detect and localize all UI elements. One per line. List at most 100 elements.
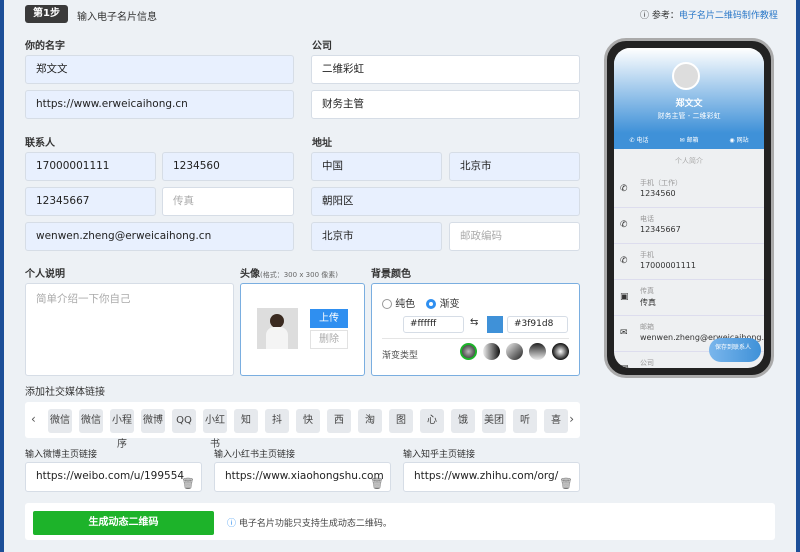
social-icon-14[interactable]: 美团 [482, 409, 506, 433]
preview-row: ✆ 手机（工作） 1234560 [614, 172, 764, 208]
upload-button[interactable]: 上传 [310, 309, 348, 328]
country-input[interactable]: 中国 [311, 152, 442, 181]
social-icon-2[interactable]: 小程序 [110, 409, 134, 450]
link-input[interactable]: https://www.xiaohongshu.com 🗑 [214, 462, 391, 492]
name-input[interactable]: 郑文文 [25, 55, 294, 84]
color2-input[interactable]: #3f91d8 [507, 316, 568, 333]
reference: ⓘ 参考：电子名片二维码制作教程 [640, 11, 778, 21]
preview-web[interactable]: ◉ 网站 [714, 133, 764, 149]
row-icon: ✉ [620, 328, 628, 338]
avatar-label: 头像(格式：300 x 300 像素) [240, 269, 339, 280]
scroll-right-icon[interactable]: › [569, 412, 574, 426]
gradient-radio[interactable] [426, 299, 437, 309]
gradient-type-center[interactable] [552, 343, 569, 360]
row-icon: ✆ [620, 256, 628, 266]
row-icon: ✆ [620, 220, 628, 230]
gradient-label: 渐变 [439, 299, 460, 310]
mobile-input[interactable]: 17000001111 [25, 152, 156, 181]
link-input[interactable]: https://weibo.com/u/199554 🗑 [25, 462, 202, 492]
social-icon-11[interactable]: 图 [389, 409, 413, 433]
bg-color-label: 背景颜色 [371, 269, 411, 280]
email-input[interactable]: wenwen.zheng@erweicaihong.cn [25, 222, 294, 251]
link-input[interactable]: https://www.zhihu.com/org/🗑 [403, 462, 580, 492]
info-icon: ⓘ [227, 519, 239, 529]
address-label: 地址 [312, 138, 332, 149]
avatar-box: 上传 删除 [240, 283, 365, 376]
generate-qr-button[interactable]: 生成动态二维码 [33, 511, 214, 535]
tutorial-link[interactable]: 电子名片二维码制作教程 [679, 11, 778, 21]
preview-call[interactable]: ✆ 电话 [614, 133, 664, 149]
website-input[interactable]: https://www.erweicaihong.cn [25, 90, 294, 119]
company-input[interactable]: 二维彩虹 [311, 55, 580, 84]
preview-actions: ✆ 电话 ✉ 邮箱 ◉ 网站 [614, 133, 764, 149]
social-icon-8[interactable]: 快 [296, 409, 320, 433]
row-icon: ▤ [620, 364, 629, 368]
scroll-left-icon[interactable]: ‹ [31, 412, 36, 426]
social-icon-16[interactable]: 喜 [544, 409, 568, 433]
preview-row: ✆ 手机 17000001111 [614, 244, 764, 280]
page: 第1步 输入电子名片信息 ⓘ 参考：电子名片二维码制作教程 你的名字 公司 郑文… [4, 0, 796, 552]
zip-input[interactable]: 邮政编码 [449, 222, 580, 251]
link-label: 输入小红书主页链接 [214, 450, 296, 460]
preview-row: ✆ 电话 12345667 [614, 208, 764, 244]
avatar-image [257, 308, 298, 349]
social-icon-7[interactable]: 抖 [265, 409, 289, 433]
gradient-type-vertical[interactable] [529, 343, 546, 360]
social-icon-3[interactable]: 微博 [141, 409, 165, 433]
social-icon-0[interactable]: 微信 [48, 409, 72, 433]
name-label: 你的名字 [25, 41, 65, 52]
gradient-type-diagonal[interactable] [506, 343, 523, 360]
social-icon-4[interactable]: QQ [172, 409, 196, 433]
social-icon-9[interactable]: 西 [327, 409, 351, 433]
row-icon: ✆ [620, 184, 628, 194]
footer-info: 电子名片功能只支持生成动态二维码。 [238, 519, 392, 529]
solid-radio[interactable] [382, 299, 392, 309]
row-icon: ▣ [620, 292, 629, 302]
color1-input[interactable]: #ffffff [403, 316, 464, 333]
phone-preview: 郑文文 财务主管 - 二维彩虹 ✆ 电话 ✉ 邮箱 ◉ 网站 个人简介 ✆ 手机（… [604, 38, 774, 378]
bg-color-box: 纯色 渐变 #ffffff ⇆ #3f91d8 渐变类型 [371, 283, 580, 376]
city-input[interactable]: 北京市 [449, 152, 580, 181]
preview-subtitle: 财务主管 - 二维彩虹 [657, 112, 721, 120]
link-label: 输入微博主页链接 [25, 450, 98, 460]
social-icon-6[interactable]: 知 [234, 409, 258, 433]
preview-email[interactable]: ✉ 邮箱 [664, 133, 714, 149]
gradient-types [454, 343, 569, 360]
job-title-input[interactable]: 财务主管 [311, 90, 580, 119]
phone-input[interactable]: 12345667 [25, 187, 156, 216]
social-icon-12[interactable]: 心 [420, 409, 444, 433]
trash-icon[interactable]: 🗑 [559, 470, 573, 491]
social-icon-10[interactable]: 淘 [358, 409, 382, 433]
color2-swatch[interactable] [487, 316, 503, 333]
contact-label: 联系人 [25, 138, 55, 149]
fax-input[interactable]: 传真 [162, 187, 294, 216]
footer-bar: 生成动态二维码 ⓘ 电子名片功能只支持生成动态二维码。 [25, 503, 775, 540]
delete-button[interactable]: 删除 [310, 330, 348, 349]
save-contact-button[interactable]: 保存到联系人 [709, 338, 761, 362]
social-icon-1[interactable]: 微信 [79, 409, 103, 433]
province-input[interactable]: 北京市 [311, 222, 442, 251]
preview-row: ▣ 传真 传真 [614, 280, 764, 316]
gradient-type-label: 渐变类型 [382, 351, 419, 361]
bio-textarea[interactable]: 简单介绍一下你自己 [25, 283, 234, 376]
trash-icon[interactable]: 🗑 [370, 470, 384, 491]
info-icon: ⓘ [640, 11, 652, 21]
social-icon-5[interactable]: 小红书 [203, 409, 227, 450]
trash-icon[interactable]: 🗑 [181, 470, 195, 491]
link-label: 输入知乎主页链接 [403, 450, 476, 460]
link-value: https://www.zhihu.com/org/ [414, 470, 559, 482]
swap-icon[interactable]: ⇆ [470, 317, 478, 328]
preview-name: 郑文文 [675, 99, 703, 109]
social-label: 添加社交媒体链接 [25, 387, 105, 398]
social-icon-13[interactable]: 饿 [451, 409, 475, 433]
social-icon-15[interactable]: 听 [513, 409, 537, 433]
district-input[interactable]: 朝阳区 [311, 187, 580, 216]
section-title: 输入电子名片信息 [77, 12, 157, 23]
gradient-type-radial[interactable] [460, 343, 477, 360]
preview-bio-title: 个人简介 [675, 157, 703, 165]
gradient-type-horizontal[interactable] [483, 343, 500, 360]
preview-header: 郑文文 财务主管 - 二维彩虹 [614, 48, 764, 133]
work-phone-input[interactable]: 1234560 [162, 152, 294, 181]
bio-label: 个人说明 [25, 269, 65, 280]
company-label: 公司 [312, 41, 332, 52]
